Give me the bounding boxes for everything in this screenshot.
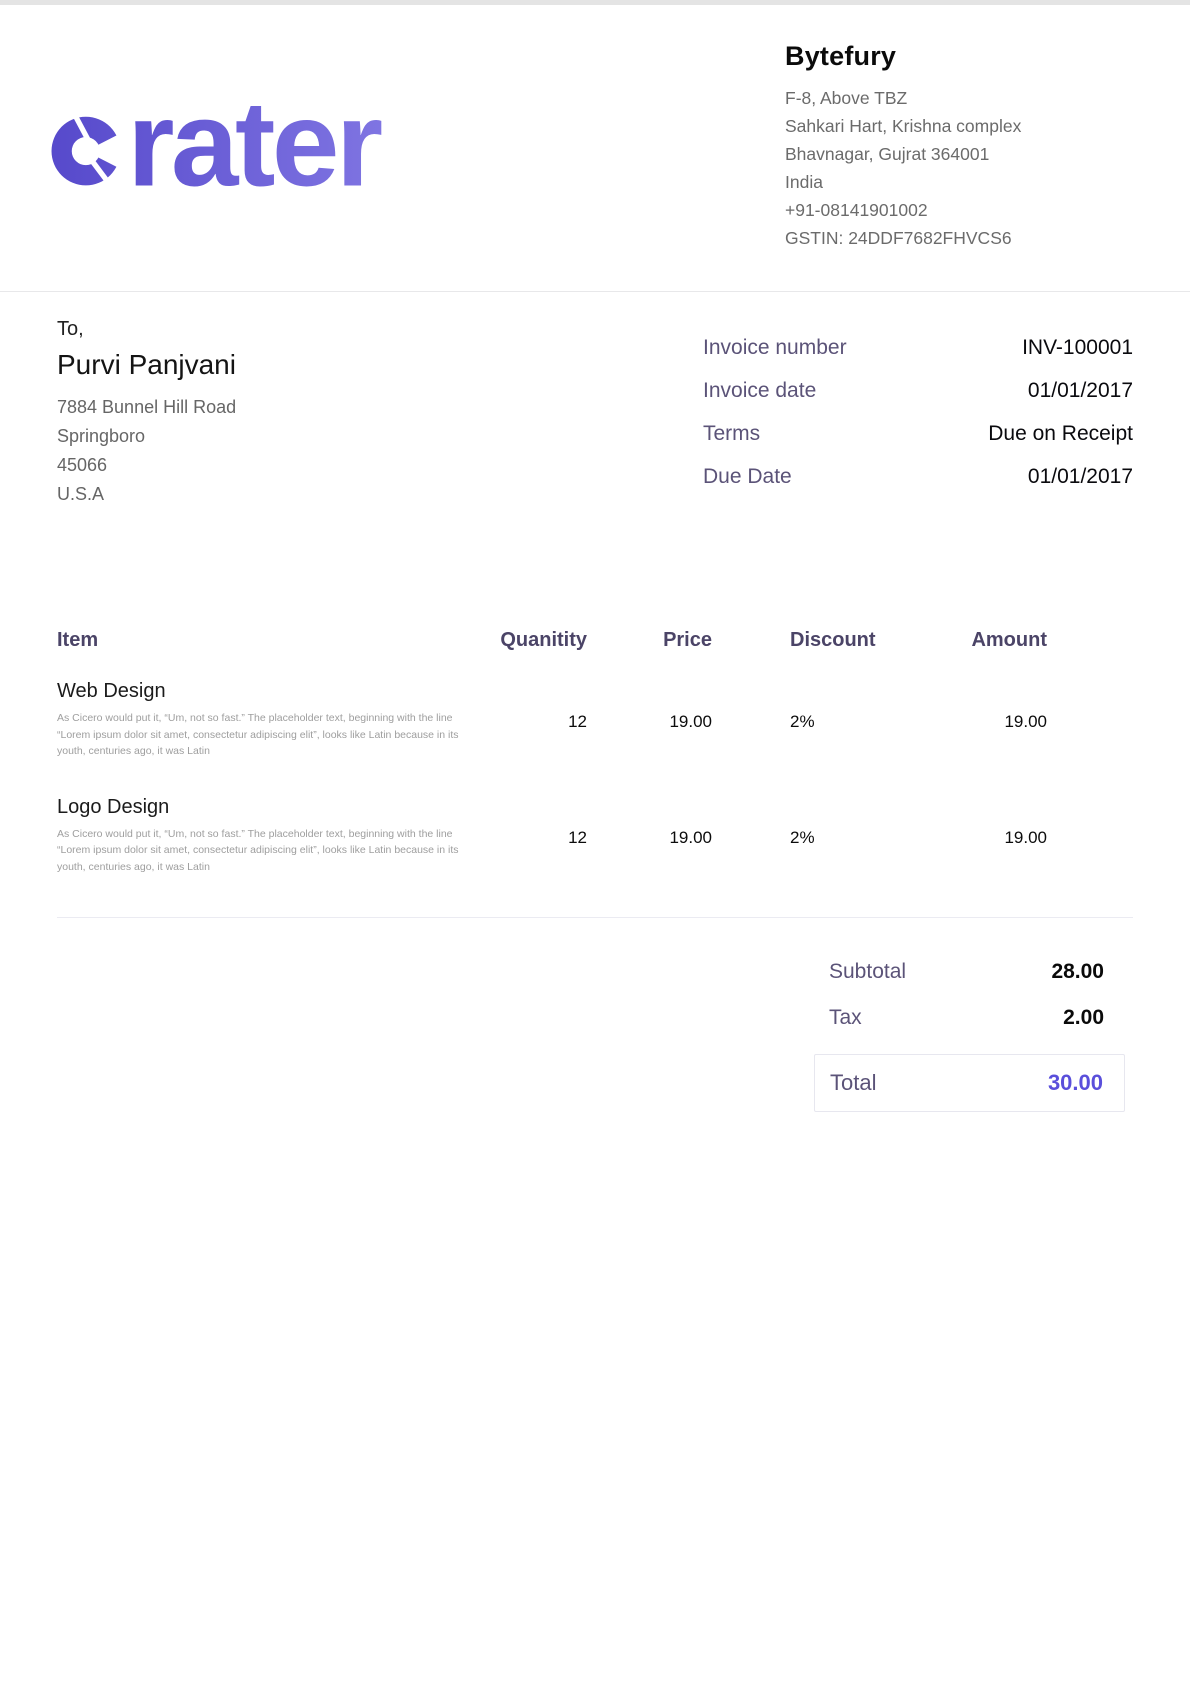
due-date-label: Due Date [703,465,792,489]
bill-to-block: To, Purvi Panjvani 7884 Bunnel Hill Road… [57,318,236,509]
item-cell: Web Design As Cicero would put it, “Um, … [57,680,477,760]
item-cell: Logo Design As Cicero would put it, “Um,… [57,796,477,876]
crater-logo: rater [48,71,488,291]
billing-section: To, Purvi Panjvani 7884 Bunnel Hill Road… [0,292,1190,509]
customer-address-line: 45066 [57,451,236,480]
total-label: Total [830,1070,876,1096]
totals-block: Subtotal 28.00 Tax 2.00 Total 30.00 [814,960,1125,1112]
customer-address-line: 7884 Bunnel Hill Road [57,393,236,422]
totals-divider [57,917,1133,918]
terms-row: Terms Due on Receipt [703,422,1133,446]
invoice-number-value: INV-100001 [1022,336,1133,360]
column-header-price: Price [587,629,712,652]
tax-row: Tax 2.00 [814,1006,1125,1030]
item-price: 19.00 [587,680,712,760]
company-address-line: Sahkari Hart, Krishna complex [785,112,1133,140]
column-header-amount: Amount [897,629,1047,652]
subtotal-row: Subtotal 28.00 [814,960,1125,984]
item-description: As Cicero would put it, “Um, not so fast… [57,710,477,760]
column-header-item: Item [57,629,477,652]
invoice-header: rater Bytefury F-8, Above TBZ Sahkari Ha… [0,5,1190,292]
company-block: Bytefury F-8, Above TBZ Sahkari Hart, Kr… [785,41,1133,291]
item-amount: 19.00 [897,680,1047,760]
invoice-date-row: Invoice date 01/01/2017 [703,379,1133,403]
item-quantity: 12 [477,680,587,760]
customer-name: Purvi Panjvani [57,349,236,381]
company-name: Bytefury [785,41,1133,72]
items-table: Item Quanitity Price Discount Amount Web… [0,629,1190,875]
total-value: 30.00 [1048,1070,1103,1096]
customer-address-line: U.S.A [57,480,236,509]
invoice-date-value: 01/01/2017 [1028,379,1133,403]
terms-value: Due on Receipt [988,422,1133,446]
company-gstin: GSTIN: 24DDF7682FHVCS6 [785,224,1133,252]
column-header-discount: Discount [712,629,897,652]
invoice-number-label: Invoice number [703,336,847,360]
invoice-meta-block: Invoice number INV-100001 Invoice date 0… [703,336,1133,509]
column-header-quantity: Quanitity [477,629,587,652]
subtotal-label: Subtotal [829,960,906,984]
due-date-row: Due Date 01/01/2017 [703,465,1133,489]
item-name: Web Design [57,680,477,703]
item-description: As Cicero would put it, “Um, not so fast… [57,826,477,876]
table-row: Logo Design As Cicero would put it, “Um,… [57,796,1133,876]
company-phone: +91-08141901002 [785,196,1133,224]
items-table-header: Item Quanitity Price Discount Amount [57,629,1133,652]
item-quantity: 12 [477,796,587,876]
crater-logo-text: rater [127,75,382,203]
crater-c-glyph [52,112,126,185]
tax-value: 2.00 [1063,1006,1104,1030]
due-date-value: 01/01/2017 [1028,465,1133,489]
item-amount: 19.00 [897,796,1047,876]
company-address-line: Bhavnagar, Gujrat 364001 [785,140,1133,168]
item-discount: 2% [712,796,897,876]
company-address-line: India [785,168,1133,196]
tax-label: Tax [829,1006,862,1030]
item-price: 19.00 [587,796,712,876]
bill-to-label: To, [57,318,236,341]
subtotal-value: 28.00 [1051,960,1104,984]
item-name: Logo Design [57,796,477,819]
item-discount: 2% [712,680,897,760]
table-row: Web Design As Cicero would put it, “Um, … [57,680,1133,760]
invoice-date-label: Invoice date [703,379,816,403]
terms-label: Terms [703,422,760,446]
invoice-number-row: Invoice number INV-100001 [703,336,1133,360]
crater-logo-graphic: rater [48,71,488,203]
company-address-line: F-8, Above TBZ [785,84,1133,112]
customer-address-line: Springboro [57,422,236,451]
total-box: Total 30.00 [814,1054,1125,1112]
